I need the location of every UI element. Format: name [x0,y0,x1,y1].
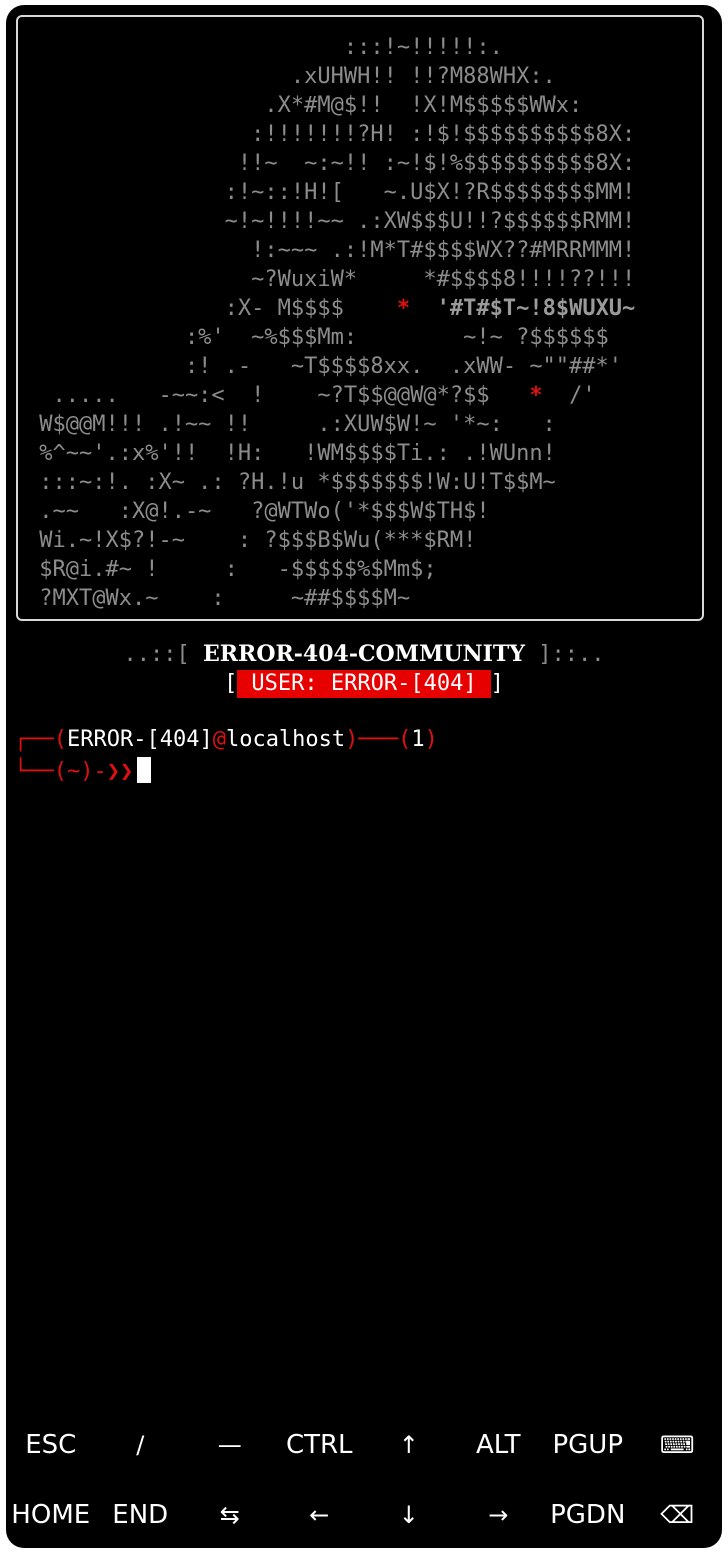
ascii-art-segment [410,296,437,321]
arrow-up-key[interactable]: ↑ [364,1415,454,1475]
ascii-art-segment: ~!~!!!!~~ .:XW$$$U!!?$$$$$$RMM! [26,209,636,234]
prompt-paren-close: ) [345,727,359,752]
user-bracket-close: ] [490,671,504,696]
pgup-key[interactable]: PGUP [543,1415,633,1475]
prompt-count-close: ) [424,727,438,752]
prompt-host: localhost [225,727,346,752]
prompt-at: @ [212,727,226,752]
esc-key[interactable]: ESC [6,1415,96,1475]
ascii-art-segment: ?MXT@Wx.~ : ~##$$$$M~ [26,586,411,611]
ascii-art-segment: ..... -~~:< ! ~?T$$@@W@*?$$ [26,383,530,408]
ascii-art-line: .X*#M@$!! !X!M$$$$$WWx: [26,91,582,120]
ascii-art-line: :! .- ~T$$$$8xx. .xWW- ~""##*' [26,352,622,381]
prompt-dash: ─── [358,727,399,752]
pgdn-key[interactable]: PGDN [543,1485,633,1545]
ascii-art-segment: !!~ ~:~!! :~!$!%$$$$$$$$$$8X: [26,151,636,176]
ascii-art-segment: W$@@M!!! .!~~ !! .:XUW$W!~ '*~: : [26,412,556,437]
prompt-corner-bottom: └── [14,759,54,784]
ascii-art-line: :%' ~%$$$Mm: ~!~ ?$$$$$$ [26,323,609,352]
prompt-dir-open: ( [53,759,67,784]
end-key[interactable]: END [96,1485,186,1545]
extra-keys-row-2: HOME END ⇆ ← ↓ → PGDN ⌫ [6,1485,722,1545]
arrow-left-key[interactable]: ← [275,1485,365,1545]
ascii-art-segment: :::!~!!!!!:. [26,35,503,60]
prompt-line-2[interactable]: └──(~)-❯❯ [14,757,152,784]
ascii-art-panel: :::!~!!!!!:. .xUHWH!! !!?M88WHX:. .X*#M@… [16,15,704,621]
ascii-art-line: .xUHWH!! !!?M88WHX:. [26,62,556,91]
home-key[interactable]: HOME [6,1485,96,1545]
ascii-art-segment: %^~~'.:x%'!! !H: !WM$$$$Ti.: .!WUnn! [26,441,556,466]
ascii-art-line: $R@i.#~ ! : -$$$$$%$Mm$; [26,555,437,584]
ascii-art-segment: .X*#M@$!! !X!M$$$$$WWx: [26,93,583,118]
ascii-art-segment: $R@i.#~ ! : -$$$$$%$Mm$; [26,557,437,582]
prompt-paren-open: ( [53,727,67,752]
ascii-art-asterisk: * [529,383,543,408]
text-cursor[interactable] [137,757,152,783]
ascii-art-line: Wi.~!X$?!-~ : ?$$$B$Wu(***$RM! [26,526,476,555]
prompt-dir-close: ) [80,759,94,784]
alt-key[interactable]: ALT [454,1415,544,1475]
ascii-art-segment: !:~~~ .:!M*T#$$$$WX??#MRRMMM! [26,238,636,263]
ascii-art: :::!~!!!!!:. .xUHWH!! !!?M88WHX:. .X*#M@… [18,17,702,619]
terminal-screen[interactable]: :::!~!!!!!:. .xUHWH!! !!?M88WHX:. .X*#M@… [6,5,722,1548]
ascii-art-line: .~~ :X@!.-~ ?@WTWo('*$$$W$TH$! [26,497,490,526]
backspace-icon[interactable]: ⌫ [633,1485,723,1545]
ascii-art-line: !:~~~ .:!M*T#$$$$WX??#MRRMMM! [26,236,635,265]
ascii-art-segment: :!!!!!!!?H! :!$!$$$$$$$$$$8X: [26,122,636,147]
user-banner: [USER: ERROR-[404]] [6,670,722,698]
ascii-art-line: :!~::!H![ ~.U$X!?R$$$$$$$$MM! [26,178,636,207]
community-banner: ..::[ ERROR-404-COMMUNITY ]::.. [6,641,722,667]
ascii-art-segment: :%' ~%$$$Mm: ~!~ ?$$$$$$ [26,325,609,350]
ascii-art-line: %^~~'.:x%'!! !H: !WM$$$$Ti.: .!WUnn! [26,439,556,468]
banner-title: ERROR-404-COMMUNITY [202,641,525,667]
tab-key[interactable]: ⇆ [185,1485,275,1545]
ascii-art-line: ?MXT@Wx.~ : ~##$$$$M~ [26,584,410,613]
prompt-count: 1 [411,727,425,752]
arrow-down-key[interactable]: ↓ [364,1485,454,1545]
ascii-art-line: :!!!!!!!?H! :!$!$$$$$$$$$$8X: [26,120,635,149]
user-label: USER: ERROR-[404] [237,670,491,698]
ascii-art-segment: '#T#$T~!8$WUXU~ [436,296,636,321]
ascii-art-line: :::!~!!!!!:. [26,33,503,62]
dash-key[interactable]: — [185,1415,275,1475]
ascii-art-line: ~!~!!!!~~ .:XW$$$U!!?$$$$$$RMM! [26,207,636,236]
ascii-art-line: ..... -~~:< ! ~?T$$@@W@*?$$ * /' [26,381,596,410]
ascii-art-line: W$@@M!!! .!~~ !! .:XUW$W!~ '*~: : [26,410,556,439]
ascii-art-line: ~?WuxiW* *#$$$$8!!!!??!!! [26,265,635,294]
prompt-user: ERROR-[404] [67,727,213,752]
ascii-art-segment: /' [542,383,596,408]
banner-right-deco: ]::.. [525,642,605,667]
ascii-art-segment: .xUHWH!! !!?M88WHX:. [26,64,556,89]
ascii-art-segment: Wi.~!X$?!-~ : ?$$$B$Wu(***$RM! [26,528,477,553]
ascii-art-segment: :::~:!. :X~ .: ?H.!u *$$$$$$$!W:U!T$$M~ [26,470,556,495]
slash-key[interactable]: / [96,1415,186,1475]
ascii-art-line: :::~:!. :X~ .: ?H.!u *$$$$$$$!W:U!T$$M~ [26,468,556,497]
prompt-count-open: ( [398,727,412,752]
prompt-dir: ~ [67,759,81,784]
prompt-line-1: ┌──(ERROR-[404]@localhost)───(1) [14,727,438,752]
ascii-art-segment: :X- M$$$$ [26,296,397,321]
extra-keys-row-1: ESC / — CTRL ↑ ALT PGUP ⌨ [6,1415,722,1475]
ctrl-key[interactable]: CTRL [275,1415,365,1475]
ascii-art-segment: :! .- ~T$$$$8xx. .xWW- ~""##*' [26,354,623,379]
user-bracket-open: [ [224,671,238,696]
prompt-corner-top: ┌── [14,727,54,752]
ascii-art-segment: :!~::!H![ ~.U$X!?R$$$$$$$$MM! [26,180,636,205]
ascii-art-line: !!~ ~:~!! :~!$!%$$$$$$$$$$8X: [26,149,635,178]
banner-left-deco: ..::[ [123,642,203,667]
ascii-art-asterisk: * [396,296,411,321]
arrow-right-key[interactable]: → [454,1485,544,1545]
ascii-art-segment: ~?WuxiW* *#$$$$8!!!!??!!! [26,267,636,292]
ascii-art-segment: .~~ :X@!.-~ ?@WTWo('*$$$W$TH$! [26,499,490,524]
prompt-arrow: -❯❯ [93,759,134,784]
ascii-art-line: :X- M$$$$ * '#T#$T~!8$WUXU~ [26,294,636,323]
keyboard-icon[interactable]: ⌨ [633,1415,723,1475]
